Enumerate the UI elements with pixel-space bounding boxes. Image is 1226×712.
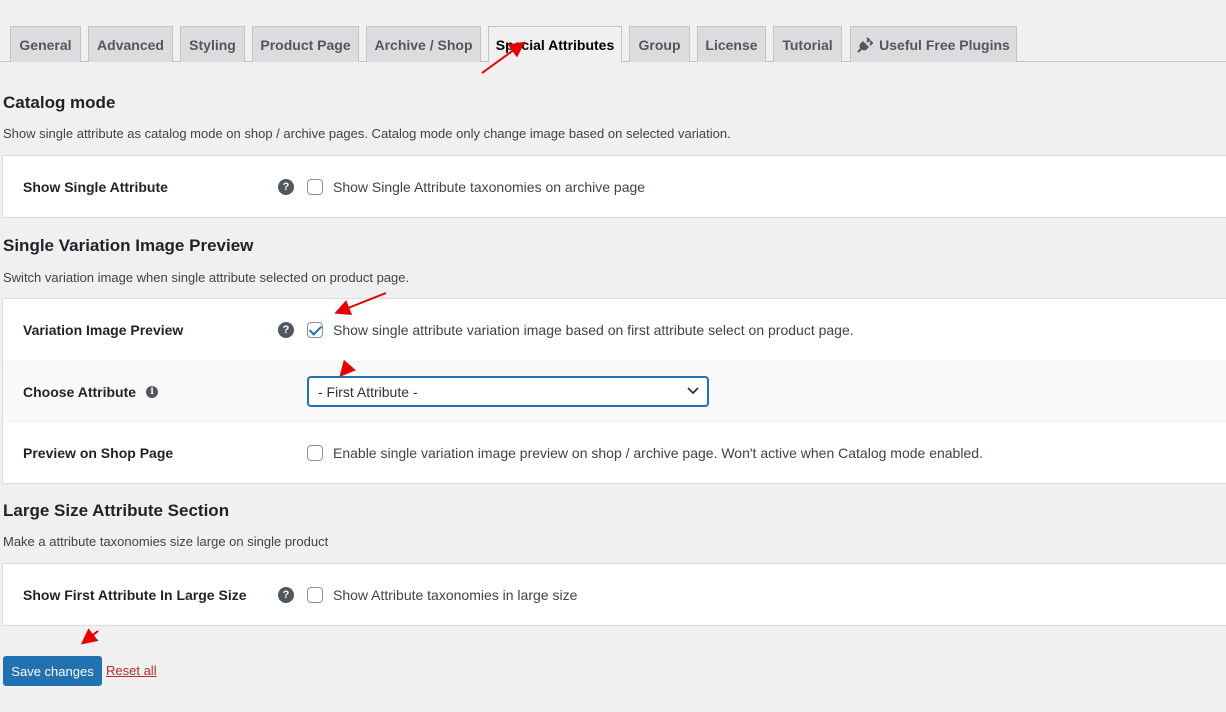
tab-license[interactable]: License (697, 26, 766, 62)
variation-image-preview-checkbox[interactable] (307, 322, 323, 338)
plug-icon (857, 36, 874, 53)
help-icon[interactable]: ? (278, 322, 294, 338)
catalog-mode-heading: Catalog mode (3, 93, 116, 112)
settings-tabs: General Advanced Styling Product Page Ar… (0, 26, 1226, 63)
catalog-mode-panel: Show Single Attribute ? Show Single Attr… (2, 155, 1226, 218)
large-size-heading: Large Size Attribute Section (3, 501, 230, 520)
tab-general[interactable]: General (10, 26, 81, 62)
variation-preview-panel: Variation Image Preview ? Show single at… (2, 298, 1226, 484)
show-single-attribute-row: Show Single Attribute ? Show Single Attr… (3, 156, 1226, 217)
chevron-down-icon (687, 387, 699, 395)
show-first-attribute-large-row: Show First Attribute In Large Size ? Sho… (3, 564, 1226, 625)
show-single-attribute-checkbox-label: Show Single Attribute taxonomies on arch… (333, 178, 646, 195)
tab-useful-free-plugins-label: Useful Free Plugins (879, 36, 1010, 53)
reset-all-link[interactable]: Reset all (106, 663, 157, 678)
help-icon[interactable]: ? (278, 178, 294, 195)
variation-preview-description: Switch variation image when single attri… (3, 270, 410, 285)
variation-image-preview-option[interactable]: Show single attribute variation image ba… (307, 322, 854, 338)
tab-styling[interactable]: Styling (180, 26, 245, 62)
tab-useful-free-plugins[interactable]: Useful Free Plugins (850, 26, 1017, 62)
choose-attribute-select[interactable]: - First Attribute - (307, 376, 709, 407)
catalog-mode-description: Show single attribute as catalog mode on… (3, 126, 731, 141)
tab-product-page[interactable]: Product Page (252, 26, 359, 62)
variation-image-preview-checkbox-label: Show single attribute variation image ba… (333, 322, 854, 338)
save-changes-button[interactable]: Save changes (3, 656, 102, 686)
tab-archive-shop[interactable]: Archive / Shop (366, 26, 481, 62)
large-size-panel: Show First Attribute In Large Size ? Sho… (2, 563, 1226, 626)
show-single-attribute-checkbox[interactable] (307, 178, 323, 195)
preview-on-shop-page-label: Preview on Shop Page (23, 444, 174, 461)
info-icon[interactable]: i (146, 385, 159, 398)
preview-on-shop-page-checkbox[interactable] (307, 444, 323, 461)
variation-image-preview-row: Variation Image Preview ? Show single at… (3, 299, 1226, 361)
tab-special-attributes[interactable]: Special Attributes (488, 26, 622, 63)
annotation-arrow (80, 628, 99, 645)
show-single-attribute-option[interactable]: Show Single Attribute taxonomies on arch… (307, 178, 646, 195)
choose-attribute-row: Choose Attribute i - First Attribute - (3, 361, 1226, 422)
show-first-attribute-large-checkbox[interactable] (307, 586, 323, 603)
variation-preview-heading: Single Variation Image Preview (3, 236, 254, 255)
show-first-attribute-large-label: Show First Attribute In Large Size (23, 586, 247, 603)
tab-tutorial[interactable]: Tutorial (773, 26, 842, 62)
help-icon[interactable]: ? (278, 586, 294, 603)
large-size-description: Make a attribute taxonomies size large o… (3, 534, 329, 549)
variation-image-preview-label: Variation Image Preview (23, 322, 184, 338)
preview-on-shop-page-checkbox-label: Enable single variation image preview on… (333, 444, 983, 461)
show-first-attribute-large-option[interactable]: Show Attribute taxonomies in large size (307, 586, 578, 603)
tab-advanced[interactable]: Advanced (88, 26, 173, 62)
show-single-attribute-label: Show Single Attribute (23, 178, 168, 195)
show-first-attribute-large-checkbox-label: Show Attribute taxonomies in large size (333, 586, 578, 603)
choose-attribute-label-text: Choose Attribute (23, 383, 137, 400)
preview-on-shop-page-row: Preview on Shop Page Enable single varia… (3, 422, 1226, 483)
tab-group[interactable]: Group (629, 26, 690, 62)
choose-attribute-selected-value: - First Attribute - (318, 383, 418, 400)
preview-on-shop-page-option[interactable]: Enable single variation image preview on… (307, 444, 983, 461)
choose-attribute-label: Choose Attribute i (23, 383, 159, 400)
